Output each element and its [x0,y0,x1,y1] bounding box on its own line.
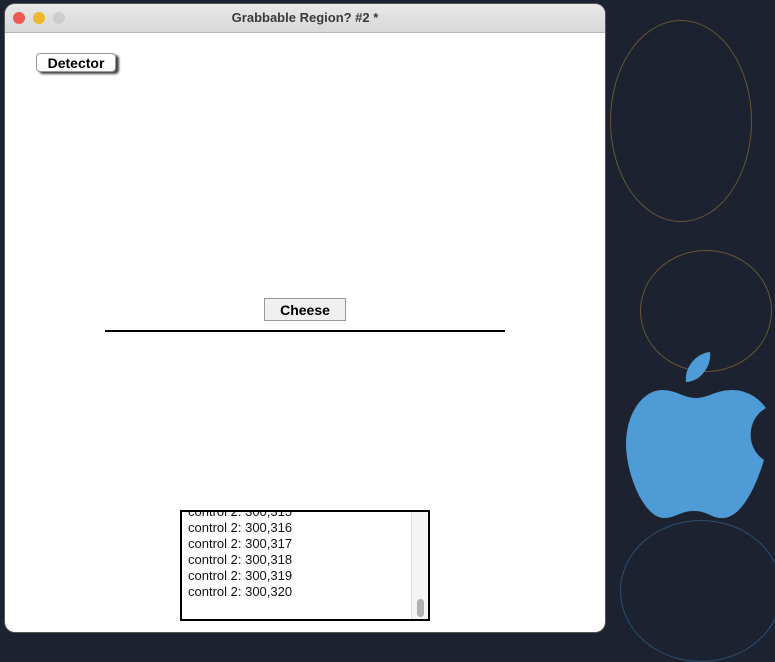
log-line: control 2: 300,319 [188,568,293,583]
log-line: control 2: 300,318 [188,552,293,567]
log-line: control 2: 300,316 [188,520,293,535]
wallpaper-contour [620,520,775,662]
title-bar[interactable]: Grabbable Region? #2 * [5,4,605,33]
log-line: control 2: 300,317 [188,536,293,551]
scrollbar-thumb[interactable] [417,599,424,617]
cheese-button[interactable]: Cheese [264,298,346,321]
detector-button[interactable]: Detector [36,53,116,72]
log-text-area[interactable]: control 2: 300,315 control 2: 300,316 co… [180,510,430,621]
log-lines: control 2: 300,315 control 2: 300,316 co… [188,510,293,600]
log-line: control 2: 300,320 [188,584,293,599]
log-line: control 2: 300,315 [188,510,293,519]
wallpaper-contour [610,20,752,222]
app-window: Grabbable Region? #2 * Detector Cheese c… [5,4,605,632]
apple-logo-icon [626,352,766,519]
log-scrollbar[interactable] [411,512,428,619]
horizontal-divider-line [105,330,505,332]
window-title: Grabbable Region? #2 * [231,10,379,25]
